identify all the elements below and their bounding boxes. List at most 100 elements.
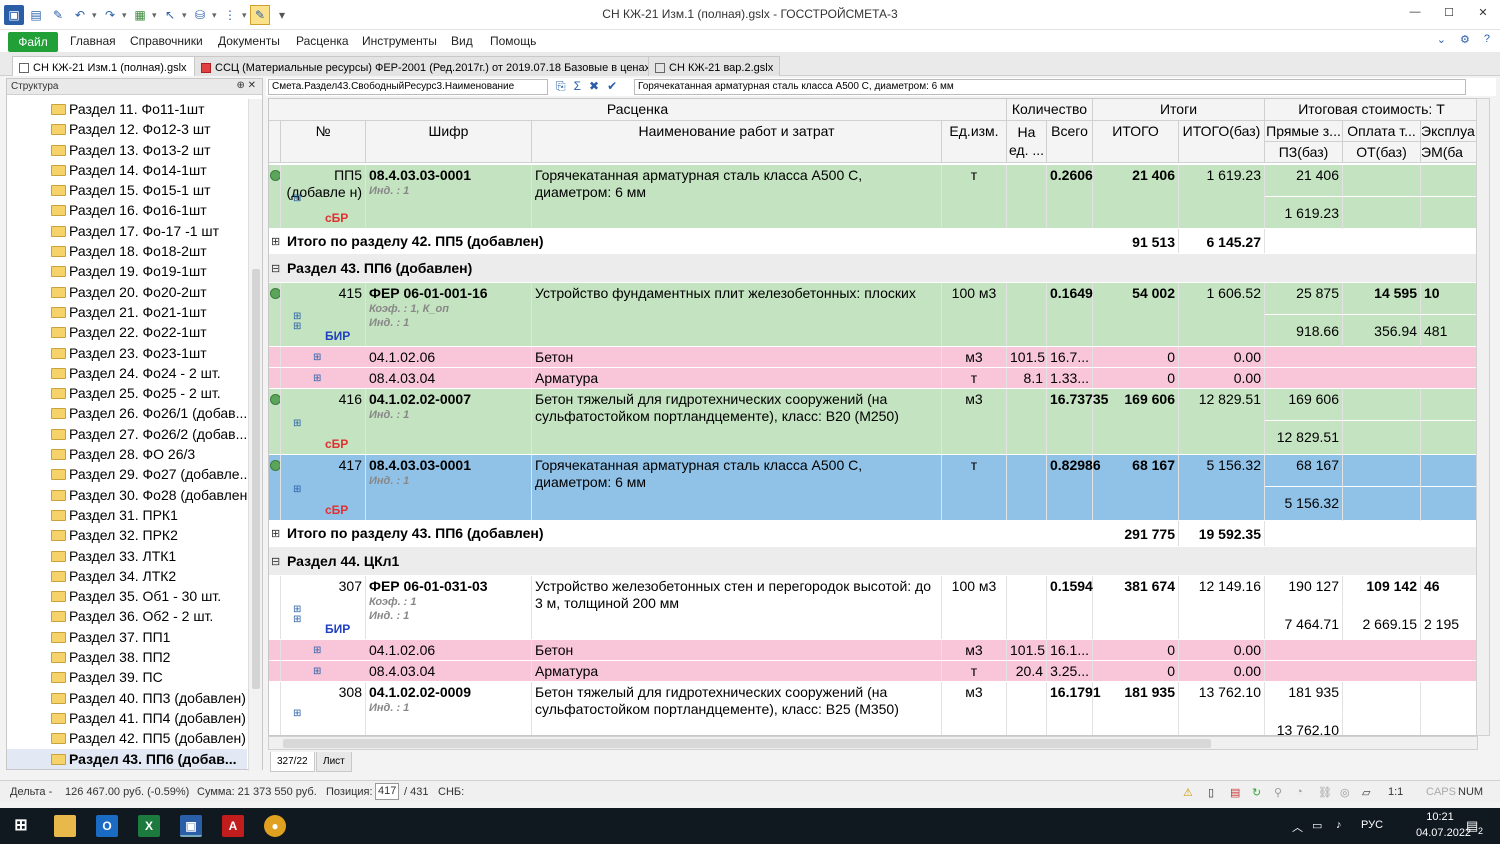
row-total-qty[interactable]: 16.7...: [1047, 347, 1093, 367]
table-row[interactable]: ⊞ Итого по разделу 43. ПП6 (добавлен) 291 …: [269, 521, 1477, 547]
field-path-combo[interactable]: Смета.Раздел43.СвободныйРесурс3.Наименов…: [268, 79, 548, 95]
menu-home[interactable]: Главная: [70, 34, 116, 48]
expand-icon[interactable]: ⊞: [313, 373, 321, 384]
expand-icon[interactable]: ⊞: [271, 527, 280, 540]
row-ot-base[interactable]: [1343, 714, 1421, 735]
menu-references[interactable]: Справочники: [130, 34, 203, 48]
close-button[interactable]: ✕: [1474, 6, 1492, 24]
tree-item[interactable]: Раздел 22. Фо22-1шт: [7, 322, 247, 342]
tree-item[interactable]: Раздел 18. Фо18-2шт: [7, 241, 247, 261]
row-name[interactable]: Горячекатанная арматурная сталь класса А…: [532, 455, 942, 520]
tree-item[interactable]: Раздел 29. Фо27 (добавле...: [7, 464, 247, 484]
table-row[interactable]: ⊞ 08.4.03.04 Арматура т 8.1 1.33... 0 0.00: [269, 368, 1477, 389]
expand-icon[interactable]: ⊞: [293, 614, 301, 625]
tree-item[interactable]: Раздел 36. Об2 - 2 шт.: [7, 606, 247, 626]
row-itogo[interactable]: 0: [1093, 640, 1179, 660]
expand-icon[interactable]: ⊞: [313, 352, 321, 363]
row-total-qty[interactable]: 0.1649: [1047, 283, 1093, 346]
expand-icon[interactable]: ⊞: [293, 193, 301, 204]
table-row[interactable]: ⊟ Раздел 43. ПП6 (добавлен): [269, 254, 1477, 283]
row-em[interactable]: [1421, 455, 1477, 487]
row-em[interactable]: [1421, 682, 1477, 714]
row-itogo-base[interactable]: 0.00: [1179, 661, 1265, 681]
row-per-unit[interactable]: [1007, 389, 1047, 454]
header-machines[interactable]: Эксплуа: [1421, 121, 1477, 142]
tree-item[interactable]: Раздел 42. ПП5 (добавлен): [7, 728, 247, 748]
row-ot-base[interactable]: 2 669.15: [1343, 608, 1421, 640]
row-total-qty[interactable]: 0.2606: [1047, 165, 1093, 228]
row-em[interactable]: [1421, 165, 1477, 197]
table-row[interactable]: ⊟ Раздел 44. ЦКл1: [269, 547, 1477, 576]
tree-item[interactable]: Раздел 30. Фо28 (добавлен): [7, 485, 247, 505]
confirm-icon[interactable]: ✔: [607, 79, 617, 94]
tree-item[interactable]: Раздел 27. Фо26/2 (добав...: [7, 424, 247, 444]
total-itogo-base[interactable]: 6 145.27: [1179, 229, 1265, 253]
table-row[interactable]: ⊞ 08.4.03.04 Арматура т 20.4 3.25... 0 0.00: [269, 661, 1477, 682]
menu-tools[interactable]: Инструменты: [362, 34, 437, 48]
row-pz[interactable]: 21 406: [1265, 165, 1343, 197]
row-itogo-base[interactable]: 1 619.23: [1179, 165, 1265, 228]
row-itogo-base[interactable]: 12 829.51: [1179, 389, 1265, 454]
tree-item[interactable]: Раздел 12. Фо12-3 шт: [7, 119, 247, 139]
collapse-icon[interactable]: ⊟: [271, 555, 280, 568]
row-ot-base[interactable]: [1343, 197, 1421, 229]
explorer-icon[interactable]: [54, 815, 76, 837]
volume-icon[interactable]: ♪: [1336, 819, 1342, 831]
row-name[interactable]: Бетон: [532, 640, 942, 660]
row-total-qty[interactable]: 16.1...: [1047, 640, 1093, 660]
row-code[interactable]: 04.1.02.06: [366, 347, 532, 367]
tree-item[interactable]: Раздел 13. Фо13-2 шт: [7, 140, 247, 160]
header-name[interactable]: Наименование работ и затрат: [532, 121, 942, 163]
header-itogo[interactable]: ИТОГО: [1093, 121, 1179, 163]
copy-icon[interactable]: ⎘: [556, 79, 566, 94]
excel-icon[interactable]: X: [138, 815, 160, 837]
row-pz[interactable]: 190 127: [1265, 576, 1343, 608]
row-unit[interactable]: м3: [942, 640, 1007, 660]
tree-item[interactable]: Раздел 40. ПП3 (добавлен): [7, 688, 247, 708]
row-itogo[interactable]: 0: [1093, 661, 1179, 681]
tree-item[interactable]: Раздел 32. ПРК2: [7, 525, 247, 545]
row-ot-base[interactable]: 356.94: [1343, 315, 1421, 347]
file-menu-button[interactable]: Файл: [8, 32, 58, 52]
row-itogo-base[interactable]: 1 606.52: [1179, 283, 1265, 346]
row-code[interactable]: 04.1.02.02-0007 Инд. : 1: [366, 389, 532, 454]
tree-item[interactable]: Раздел 16. Фо16-1шт: [7, 200, 247, 220]
tree-item[interactable]: Раздел 24. Фо24 - 2 шт.: [7, 363, 247, 383]
row-itogo-base[interactable]: 12 149.16: [1179, 576, 1265, 639]
row-name[interactable]: Бетон: [532, 347, 942, 367]
row-ot[interactable]: 14 595: [1343, 283, 1421, 315]
menu-rate[interactable]: Расценка: [296, 34, 349, 48]
row-per-unit[interactable]: 101.5: [1007, 347, 1047, 367]
gosstroysmeta-icon[interactable]: ▣: [180, 815, 202, 837]
doc-tab-2[interactable]: ССЦ (Материальные ресурсы) ФЕР-2001 (Ред…: [194, 56, 700, 76]
row-unit[interactable]: 100 м3: [942, 283, 1007, 346]
minimize-button[interactable]: —: [1406, 6, 1424, 24]
cancel-icon[interactable]: ✖: [589, 79, 599, 94]
tree-item[interactable]: Раздел 17. Фо-17 -1 шт: [7, 221, 247, 241]
outlook-icon[interactable]: O: [96, 815, 118, 837]
row-ot[interactable]: [1343, 165, 1421, 197]
row-name[interactable]: Устройство железобетонных стен и перегор…: [532, 576, 942, 639]
warning-icon[interactable]: ⚠: [1183, 786, 1193, 799]
scroll-thumb[interactable]: [252, 269, 260, 689]
header-wages[interactable]: Оплата т...: [1343, 121, 1421, 142]
grid-vertical-scrollbar[interactable]: [1476, 98, 1490, 736]
row-code[interactable]: 08.4.03.04: [366, 368, 532, 388]
tree-item[interactable]: Раздел 38. ПП2: [7, 647, 247, 667]
table-row[interactable]: 417 08.4.03.03-0001 Инд. : 1 сБР ⊞ Горячеката…: [269, 455, 1477, 521]
row-ot[interactable]: [1343, 389, 1421, 421]
link-icon[interactable]: ⛓: [1318, 786, 1332, 799]
row-itogo[interactable]: 68 167: [1093, 455, 1179, 520]
tree-item[interactable]: Раздел 43. ПП6 (добав...: [7, 748, 247, 769]
maximize-button[interactable]: ☐: [1440, 6, 1458, 24]
row-unit[interactable]: т: [942, 661, 1007, 681]
help-icon[interactable]: ?: [1484, 33, 1490, 46]
windows-start-icon[interactable]: ⊞: [10, 815, 32, 837]
row-total-qty[interactable]: 1.33...: [1047, 368, 1093, 388]
clock-time[interactable]: 10:21: [1418, 811, 1462, 823]
row-em[interactable]: 10: [1421, 283, 1477, 315]
tree-item[interactable]: Раздел 14. Фо14-1шт: [7, 160, 247, 180]
clock-date[interactable]: 04.07.2022: [1416, 827, 1471, 839]
row-total-qty[interactable]: 16.73735: [1047, 389, 1108, 454]
formula-value-input[interactable]: Горячекатанная арматурная сталь класса А…: [634, 79, 1466, 95]
